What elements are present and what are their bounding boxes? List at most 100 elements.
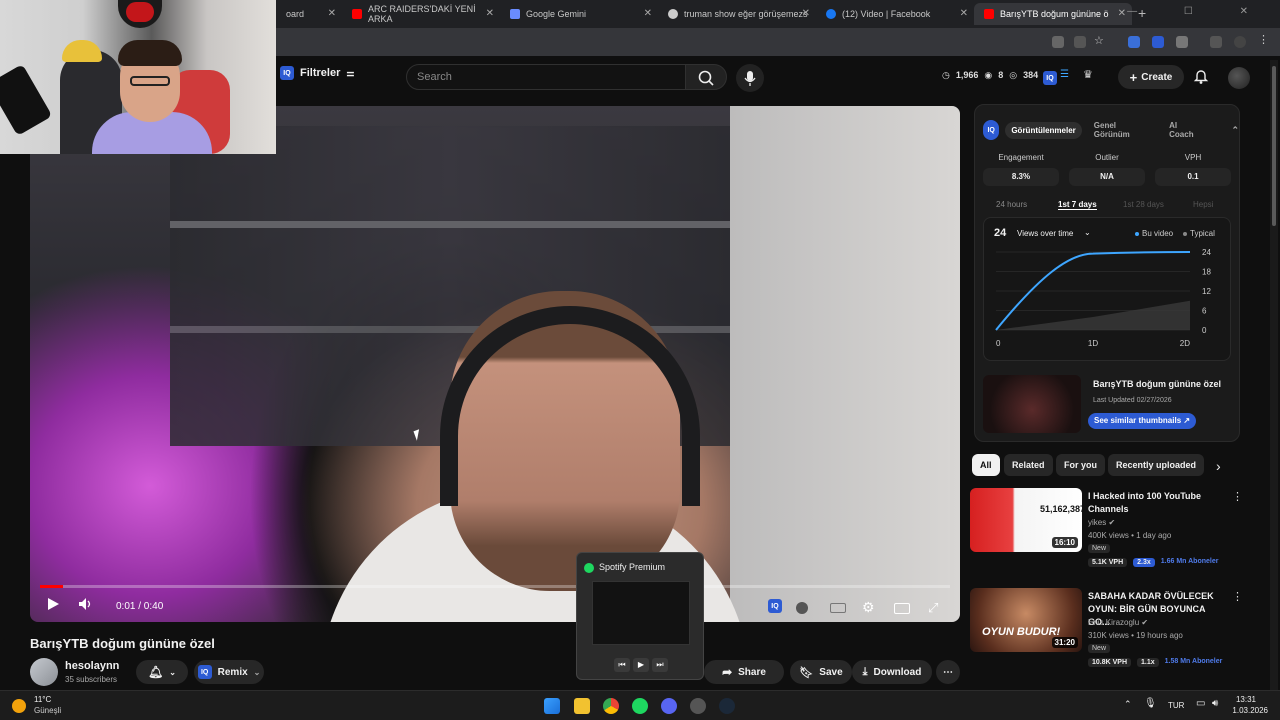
settings-gear-icon[interactable]: ⚙	[862, 599, 875, 616]
close-icon[interactable]: ✕	[486, 8, 494, 19]
share-button[interactable]: ➦ Share	[704, 660, 784, 684]
close-icon[interactable]: ✕	[328, 8, 336, 19]
steam-icon[interactable]	[719, 698, 735, 714]
more-vertical-icon[interactable]: ⋮	[1232, 490, 1243, 503]
see-similar-thumbnails-button[interactable]: See similar thumbnails ↗	[1088, 413, 1197, 429]
recommendation-thumbnail[interactable]: 51,162,387 16:10	[970, 488, 1082, 552]
profile-avatar[interactable]	[1234, 36, 1246, 48]
menu-kebab-icon[interactable]: ⋮	[1258, 33, 1270, 46]
recommendation-channel[interactable]: Enis Kirazoglu ✔	[1088, 618, 1148, 627]
translate-icon[interactable]	[1052, 36, 1064, 48]
iq-logo-icon[interactable]: IQ	[1043, 71, 1057, 85]
close-icon[interactable]: ✕	[960, 8, 968, 19]
browser-tab[interactable]: (12) Video | Facebook ✕	[816, 3, 974, 25]
trophy-icon[interactable]: ♛	[1083, 68, 1093, 81]
recommendation-thumbnail[interactable]: OYUN BUDUR! 31:20	[970, 588, 1082, 652]
fullscreen-icon[interactable]: ⤢	[928, 600, 938, 616]
extension-iq-icon[interactable]	[1152, 36, 1164, 48]
outlier-badge: 2.3x	[1133, 558, 1155, 567]
weather-condition[interactable]: Güneşli	[34, 706, 61, 715]
more-vertical-icon[interactable]: ⋮	[1232, 590, 1243, 603]
channel-name[interactable]: hesolaynn	[65, 660, 119, 672]
account-avatar[interactable]	[1228, 67, 1250, 89]
chip-for-you[interactable]: For you	[1056, 454, 1105, 476]
network-icon[interactable]: ▭	[1196, 698, 1205, 709]
search-input[interactable]: Search	[406, 64, 686, 90]
channel-avatar[interactable]	[30, 658, 58, 686]
clock-date[interactable]: 1.03.2026	[1232, 706, 1268, 715]
recommendation-channel[interactable]: yikes ✔	[1088, 518, 1115, 527]
browser-tab[interactable]: Google Gemini ✕	[500, 3, 658, 25]
browser-tab[interactable]: truman show eğer görüşemezs ✕	[658, 3, 816, 25]
download-button[interactable]: ⤓ Download	[852, 660, 932, 684]
subscription-bell-button[interactable]: 🔔︎ ⌄	[136, 660, 188, 684]
youtube-favicon-icon	[984, 9, 994, 19]
close-icon[interactable]: ✕	[1118, 8, 1126, 19]
file-explorer-icon[interactable]	[574, 698, 590, 714]
microphone-tray-icon[interactable]: 🎙︎	[1144, 698, 1157, 709]
close-icon[interactable]: ✕	[644, 8, 652, 19]
range-28-days[interactable]: 1st 28 days	[1123, 200, 1164, 209]
bookmark-star-icon[interactable]: ☆	[1094, 34, 1106, 47]
pause-autoplay-icon[interactable]	[796, 602, 808, 614]
recommendation-item[interactable]: 51,162,387 16:10 I Hacked into 100 YouTu…	[970, 488, 1250, 580]
clock-time[interactable]: 13:31	[1236, 695, 1256, 704]
spotify-taskbar-preview[interactable]: Spotify Premium ⏮ ▶ ⏭	[576, 552, 704, 680]
range-7-days[interactable]: 1st 7 days	[1058, 200, 1097, 210]
chip-related[interactable]: Related	[1004, 454, 1053, 476]
play-button[interactable]	[46, 597, 60, 614]
next-track-button[interactable]: ⏭	[652, 658, 668, 672]
chip-recently-uploaded[interactable]: Recently uploaded	[1108, 454, 1205, 476]
save-button[interactable]: 🔖︎ Save	[790, 660, 852, 684]
list-icon[interactable]: ☰	[1060, 69, 1069, 80]
close-icon[interactable]: ✕	[802, 8, 810, 19]
browser-tab-active[interactable]: BarışYTB doğum gününe ö ✕	[974, 3, 1132, 25]
search-button[interactable]	[685, 64, 727, 90]
tab-views[interactable]: Görüntülenmeler	[1005, 121, 1082, 139]
iq-overlay-icon[interactable]: IQ	[768, 599, 782, 613]
spotify-icon[interactable]	[632, 698, 648, 714]
video-thumbnail[interactable]	[983, 375, 1081, 433]
keyboard-language[interactable]: TUR	[1168, 701, 1184, 710]
range-all[interactable]: Hepsi	[1193, 200, 1213, 209]
chrome-icon[interactable]	[603, 698, 619, 714]
reading-list-icon[interactable]	[1210, 36, 1222, 48]
tab-ai-coach[interactable]: AI Coach	[1163, 117, 1203, 143]
recommendation-title[interactable]: I Hacked into 100 YouTube Channels	[1088, 490, 1228, 516]
app-icon[interactable]	[690, 698, 706, 714]
voice-search-button[interactable]	[736, 64, 764, 92]
extensions-puzzle-icon[interactable]	[1176, 36, 1188, 48]
chip-all[interactable]: All	[972, 454, 1000, 476]
browser-tab[interactable]: ARC RAIDERS'DAKİ YENİ ARKA ✕	[342, 3, 500, 25]
sun-weather-icon[interactable]	[12, 699, 26, 713]
video-progress-bar[interactable]	[40, 585, 950, 588]
filters-button[interactable]: IQ Filtreler ⚌	[280, 66, 354, 80]
page-scrollbar-thumb[interactable]	[1272, 66, 1276, 226]
browser-tab[interactable]: oard ✕	[276, 3, 342, 25]
play-pause-button[interactable]: ▶	[633, 658, 649, 672]
discord-icon[interactable]	[661, 698, 677, 714]
volume-tray-icon[interactable]: 🔊︎	[1212, 698, 1218, 709]
theater-mode-icon[interactable]	[894, 603, 910, 614]
extension-icon[interactable]	[1128, 36, 1140, 48]
recommendation-item[interactable]: OYUN BUDUR! 31:20 SABAHA KADAR ÖVÜLECEK …	[970, 588, 1250, 680]
notifications-bell-icon[interactable]	[1192, 67, 1210, 85]
create-button[interactable]: + Create	[1118, 65, 1184, 89]
video-player[interactable]: 0:01 / 0:40 IQ ⚙ ⤢	[30, 106, 960, 622]
window-controls[interactable]: — ☐ ✕	[1127, 6, 1270, 17]
previous-track-button[interactable]: ⏮	[614, 658, 630, 672]
chevron-right-icon[interactable]: ›	[1216, 458, 1221, 474]
weather-temperature[interactable]: 11°C	[34, 695, 51, 704]
windows-start-icon[interactable]	[544, 698, 560, 714]
chevron-down-icon[interactable]: ⌄	[1084, 228, 1091, 237]
tray-chevron-up-icon[interactable]: ⌃	[1124, 699, 1132, 710]
install-icon[interactable]	[1074, 36, 1086, 48]
chart-metric-dropdown[interactable]: Views over time	[1017, 229, 1073, 238]
more-actions-button[interactable]: ⋯	[936, 660, 960, 684]
range-24-hours[interactable]: 24 hours	[996, 200, 1027, 209]
tab-overview[interactable]: Genel Görünüm	[1088, 117, 1149, 143]
collapse-chevron-icon[interactable]: ⌃	[1231, 125, 1239, 136]
remix-button[interactable]: IQ Remix ⌄	[194, 660, 264, 684]
volume-button[interactable]	[78, 597, 94, 614]
captions-icon[interactable]	[830, 603, 846, 613]
